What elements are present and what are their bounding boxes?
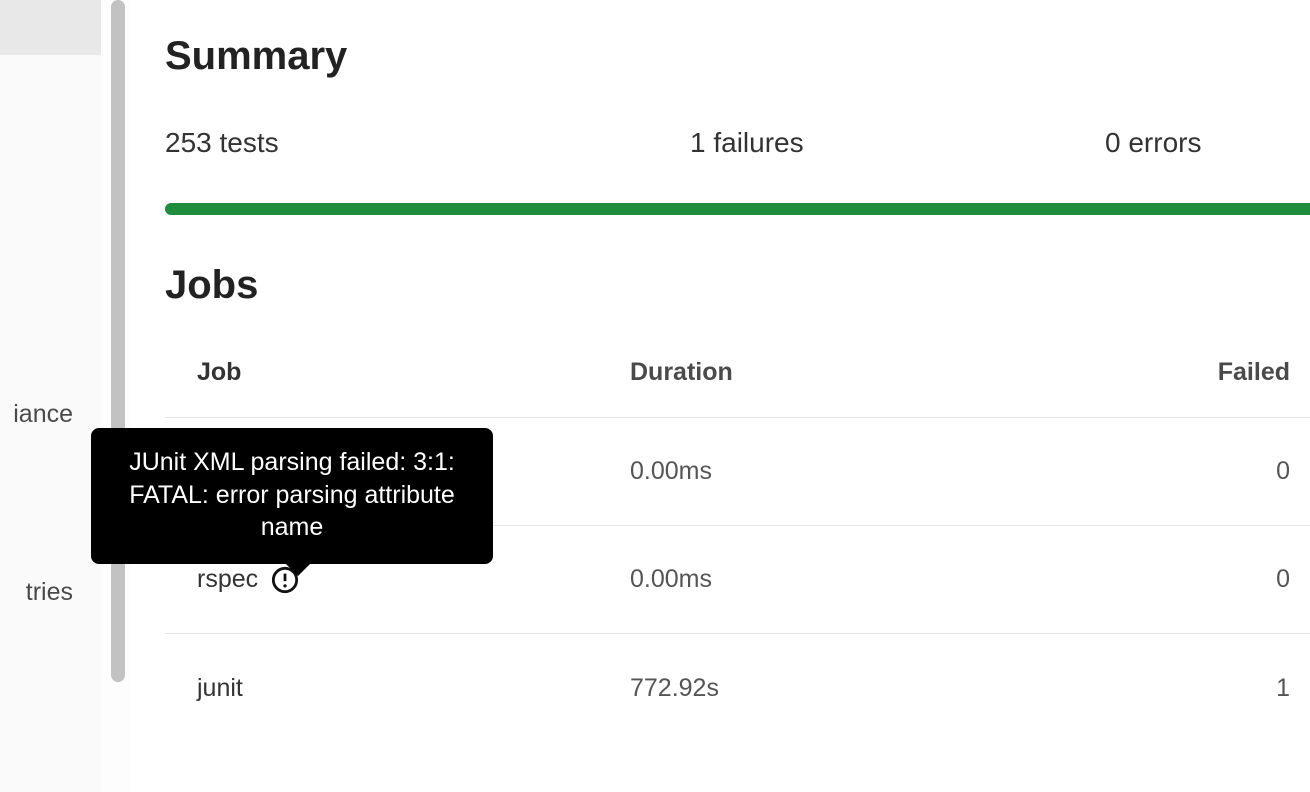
job-failed: 0 [1190, 457, 1310, 486]
job-duration: 0.00ms [630, 565, 1190, 594]
job-name: rspec [197, 565, 258, 593]
summary-stats: 253 tests 1 failures 0 errors [165, 127, 1310, 159]
summary-errors: 0 errors [1105, 127, 1201, 159]
sidebar-item-compliance[interactable]: iance [13, 400, 101, 429]
jobs-heading: Jobs [165, 263, 1310, 308]
main-content: Summary 253 tests 1 failures 0 errors Jo… [165, 0, 1310, 792]
job-duration: 772.92s [630, 674, 1190, 703]
jobs-table-header: Job Duration Failed [165, 358, 1310, 418]
sidebar-item-registries[interactable]: tries [26, 578, 101, 607]
summary-failures: 1 failures [690, 127, 1105, 159]
column-header-failed[interactable]: Failed [1190, 358, 1310, 387]
summary-tests: 253 tests [165, 127, 690, 159]
sidebar-item-label: tries [26, 578, 73, 606]
tooltip-text: JUnit XML parsing failed: 3:1: FATAL: er… [129, 448, 455, 541]
job-failed: 0 [1190, 565, 1310, 594]
summary-heading: Summary [165, 34, 1310, 79]
progress-bar [165, 203, 1310, 215]
job-failed: 1 [1190, 674, 1310, 703]
job-name-cell: rspec [165, 565, 630, 594]
sidebar: iance tries [0, 0, 101, 792]
sidebar-selected-bg [0, 0, 101, 55]
column-header-job[interactable]: Job [165, 358, 630, 387]
table-row[interactable]: junit 772.92s 1 [165, 634, 1310, 742]
scrollbar-track[interactable] [101, 0, 131, 792]
scrollbar-thumb[interactable] [111, 0, 125, 682]
job-duration: 0.00ms [630, 457, 1190, 486]
error-tooltip: JUnit XML parsing failed: 3:1: FATAL: er… [91, 428, 493, 564]
column-header-duration[interactable]: Duration [630, 358, 1190, 387]
job-name: junit [165, 674, 630, 703]
sidebar-item-label: iance [13, 400, 73, 428]
